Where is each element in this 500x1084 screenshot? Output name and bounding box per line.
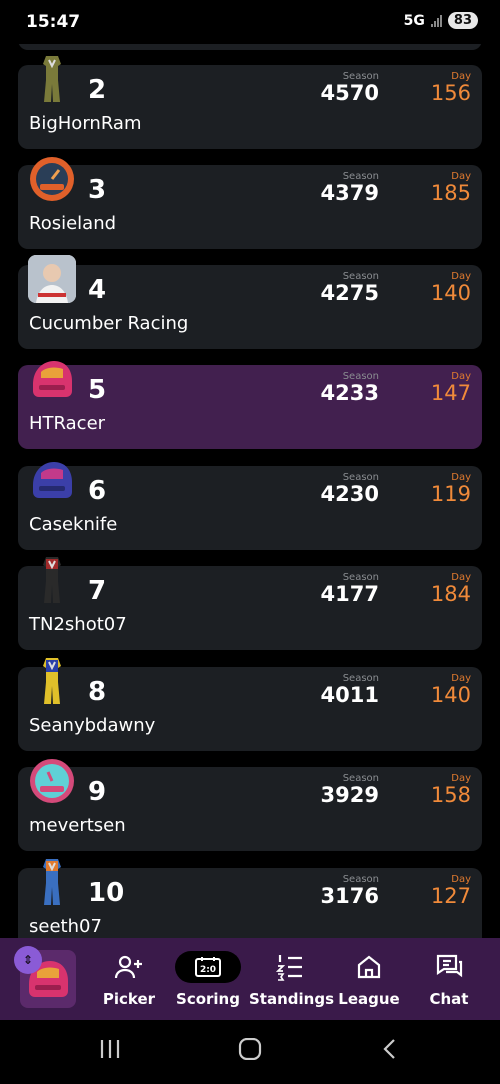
firesuit-blue-orange-icon (28, 858, 76, 906)
add-user-icon (88, 950, 170, 984)
home-icon (328, 950, 410, 984)
rank-number: 3 (88, 175, 107, 205)
status-bar: 15:47 5G 83 (0, 0, 500, 44)
firesuit-black-red-icon (28, 556, 76, 604)
standings-row[interactable]: 9 mevertsen Season 3929 Day 158 (18, 759, 482, 851)
season-points: 4233 (320, 381, 379, 405)
team-name: Cucumber Racing (29, 313, 189, 334)
tab-league[interactable]: League (328, 950, 410, 1008)
team-name: Seanybdawny (29, 715, 156, 736)
network-type: 5G (403, 12, 425, 29)
day-points: 158 (430, 783, 471, 807)
season-points: 4011 (320, 683, 379, 707)
fantrax-gauge-orange-icon (28, 155, 76, 203)
signal-icon (430, 14, 442, 27)
rank-number: 8 (88, 677, 107, 707)
team-name: HTRacer (29, 413, 106, 434)
helmet-purple-icon (28, 456, 76, 504)
firesuit-blue-yellow-icon (28, 657, 76, 705)
firesuit-olive-icon (28, 55, 76, 103)
standings-row[interactable]: 7 TN2shot07 Season 4177 Day 184 (18, 557, 482, 650)
standings-row[interactable]: 3 Rosieland Season 4379 Day 185 (18, 157, 482, 249)
rank-number: 5 (88, 375, 107, 405)
status-icons: 5G 83 (404, 12, 478, 29)
battery-level: 83 (447, 12, 478, 29)
tab-label: League (338, 990, 400, 1008)
rank-number: 4 (88, 275, 107, 305)
team-name: mevertsen (29, 815, 126, 836)
helmet-pink-icon (28, 355, 76, 403)
standings-list[interactable]: 2 BigHornRam Season 4570 Day 156 3 Rosie… (0, 0, 500, 938)
team-name: Rosieland (29, 213, 117, 234)
scoreboard-icon: 2:0 (175, 951, 241, 983)
standings-row[interactable]: 4 Cucumber Racing Season 4275 Day 140 (18, 255, 482, 349)
rank-number: 2 (88, 75, 107, 105)
standings-row[interactable]: 6 Caseknife Season 4230 Day 119 (18, 462, 482, 550)
standings-row[interactable]: 8 Seanybdawny Season 4011 Day 140 (18, 658, 482, 751)
standings-row[interactable]: 10 seeth07 Season 3176 Day 127 (18, 859, 482, 938)
status-time: 15:47 (26, 12, 81, 32)
recent-apps-icon[interactable] (98, 1038, 122, 1064)
season-points: 3929 (320, 783, 379, 807)
tab-label: Scoring (176, 990, 240, 1008)
season-points: 3176 (320, 884, 379, 908)
season-points: 4177 (320, 582, 379, 606)
day-points: 185 (430, 181, 471, 205)
day-points: 119 (430, 482, 471, 506)
driver-photo-icon (28, 255, 76, 303)
back-icon[interactable] (380, 1038, 400, 1064)
rank-number: 9 (88, 777, 107, 807)
team-switcher-toggle-icon[interactable]: ⇕ (14, 946, 42, 974)
team-name: Caseknife (29, 514, 118, 535)
bottom-tab-bar: ⇕ Picker 2:0 Scoring Standings League Ch… (0, 938, 500, 1020)
tab-label: Chat (429, 990, 469, 1008)
team-name: seeth07 (29, 916, 102, 937)
team-name: TN2shot07 (29, 614, 127, 635)
svg-text:2:0: 2:0 (200, 965, 216, 975)
home-button-icon[interactable] (238, 1037, 262, 1064)
tab-picker[interactable]: Picker (88, 950, 170, 1008)
day-points: 184 (430, 582, 471, 606)
tab-label: Standings (249, 990, 334, 1008)
numbered-list-icon (249, 950, 331, 984)
tab-standings[interactable]: Standings (249, 950, 334, 1008)
day-points: 127 (430, 884, 471, 908)
rank-number: 6 (88, 476, 107, 506)
rank-number: 7 (88, 576, 107, 606)
season-points: 4275 (320, 281, 379, 305)
standings-row[interactable]: 2 BigHornRam Season 4570 Day 156 (18, 56, 482, 149)
chat-icon (408, 950, 490, 984)
season-points: 4570 (320, 81, 379, 105)
fantrax-gauge-teal-icon (28, 757, 76, 805)
rank-number: 10 (88, 878, 125, 908)
tab-label: Picker (102, 990, 156, 1008)
standings-row-current-user[interactable]: 5 HTRacer Season 4233 Day 147 (18, 361, 482, 449)
day-points: 140 (430, 683, 471, 707)
tab-scoring[interactable]: 2:0 Scoring (167, 950, 249, 1008)
system-navigation-bar (0, 1020, 500, 1084)
day-points: 140 (430, 281, 471, 305)
day-points: 147 (430, 381, 471, 405)
season-points: 4379 (320, 181, 379, 205)
tab-chat[interactable]: Chat (408, 950, 490, 1008)
team-name: BigHornRam (29, 113, 142, 134)
season-points: 4230 (320, 482, 379, 506)
day-points: 156 (430, 81, 471, 105)
